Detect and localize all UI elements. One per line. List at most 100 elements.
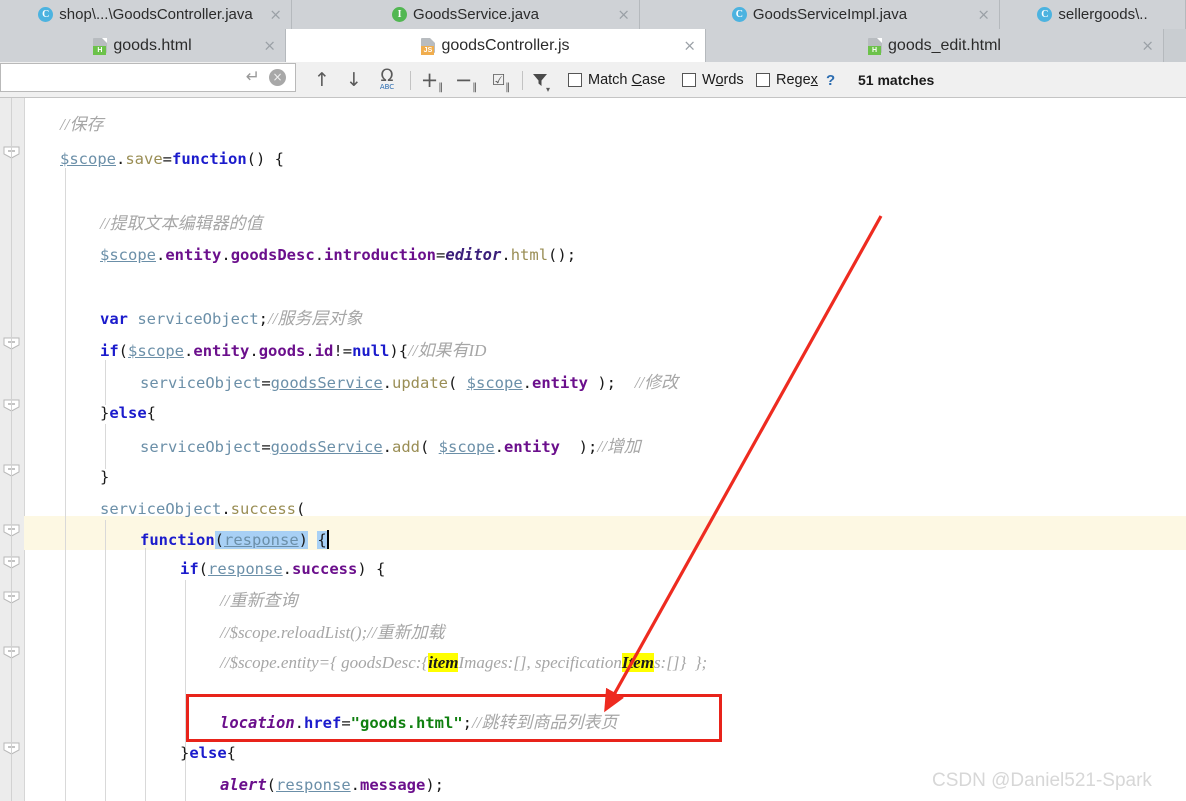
code-line[interactable]: serviceObject=goodsService.update( $scop… — [140, 374, 678, 392]
code-token: ( — [266, 776, 277, 794]
code-line[interactable]: function(response) { — [140, 530, 329, 549]
code-token: $scope — [100, 246, 156, 264]
regex-box[interactable] — [756, 73, 770, 87]
code-token: goodsDesc — [230, 246, 315, 264]
code-token: //修改 — [634, 373, 679, 392]
code-token: //保存 — [60, 115, 104, 134]
code-text-area[interactable]: //保存 $scope.save=function() { //提取文本编辑器的值 $… — [0, 98, 1186, 801]
code-token: serviceObject — [100, 500, 222, 518]
bars-glyph: ‖ — [472, 82, 478, 93]
editor-tab-label: GoodsServiceImpl.java — [752, 6, 908, 23]
editor-tab[interactable]: Cshop\...\GoodsController.java × — [0, 0, 292, 29]
close-tab-icon[interactable]: × — [263, 38, 276, 53]
match-case-box[interactable] — [568, 73, 582, 87]
editor-tab[interactable]: C GoodsServiceImpl.java × — [640, 0, 1000, 29]
code-token: $scope — [60, 150, 116, 168]
code-token: = — [162, 150, 173, 168]
code-token: } — [100, 468, 110, 486]
code-line[interactable]: if(response.success) { — [180, 560, 385, 578]
code-line[interactable]: serviceObject.success( — [100, 500, 306, 518]
regex-label: Regex — [776, 72, 818, 88]
find-toolbar: ↵ × ↑ ↓ Ω ABC + ‖ − ‖ ☑ ‖ ▾ Match Case W… — [0, 62, 1186, 98]
select-all-occurrences-icon[interactable]: Ω ABC — [372, 62, 402, 98]
code-token: } — [180, 744, 190, 762]
code-token: message — [360, 776, 426, 794]
clear-search-icon[interactable]: × — [269, 69, 286, 86]
remove-selection-icon[interactable]: − ‖ — [452, 62, 480, 98]
editor-tab[interactable]: I GoodsService.java × — [292, 0, 640, 29]
code-line[interactable]: //保存 — [60, 116, 103, 134]
close-tab-icon[interactable]: × — [617, 7, 630, 22]
close-tab-icon[interactable]: × — [977, 7, 990, 22]
code-token: ; — [258, 310, 269, 328]
find-previous-icon[interactable]: ↑ — [308, 62, 336, 98]
code-token: //重新查询 — [220, 591, 298, 610]
code-line[interactable]: alert(response.message); — [220, 776, 445, 794]
code-line[interactable]: //提取文本编辑器的值 — [100, 215, 262, 233]
code-token: success — [292, 560, 358, 578]
code-line[interactable]: } — [100, 468, 110, 486]
file-type-badge: H — [93, 46, 107, 55]
code-line[interactable]: //$scope.reloadList();//重新加载 — [220, 624, 445, 642]
help-link[interactable]: ? — [826, 62, 835, 98]
words-checkbox[interactable]: Words — [682, 62, 744, 98]
toggle-selection-icon[interactable]: ☑ ‖ — [486, 62, 516, 98]
code-token: . — [221, 246, 231, 264]
code-token: ); — [425, 776, 445, 794]
checkbox-glyph: ☑ — [491, 71, 506, 89]
editor-tab[interactable]: JS goodsController.js × — [286, 29, 706, 62]
close-tab-icon[interactable]: × — [269, 7, 282, 22]
editor-tab-label: shop\...\GoodsController.java — [59, 6, 253, 23]
code-token: . — [221, 500, 231, 518]
code-line[interactable]: }else{ — [100, 404, 156, 422]
code-line[interactable]: if($scope.entity.goods.id!=null){//如果有ID — [100, 342, 486, 360]
editor-tab-label: sellergoods\.. — [1058, 6, 1148, 23]
match-case-checkbox[interactable]: Match Case — [568, 62, 665, 98]
code-token: . — [314, 246, 325, 264]
match-case-label: Match Case — [588, 72, 666, 88]
find-next-icon[interactable]: ↓ — [340, 62, 368, 98]
enter-icon[interactable]: ↵ — [246, 69, 260, 86]
code-token: goodsService — [270, 374, 383, 392]
text-caret — [326, 530, 329, 549]
code-token: function — [172, 150, 247, 168]
add-selection-icon[interactable]: + ‖ — [418, 62, 446, 98]
code-line[interactable]: serviceObject=goodsService.add( $scope.e… — [140, 438, 641, 456]
code-editor[interactable]: //保存 $scope.save=function() { //提取文本编辑器的值 $… — [0, 98, 1186, 801]
code-token: ( — [118, 342, 129, 360]
editor-tab-row-lower: Hgoods.html × JS goodsController.js × Hgoods_… — [0, 29, 1186, 62]
editor-tab[interactable]: Hgoods.html × — [0, 29, 286, 62]
code-token: entity — [532, 374, 589, 392]
code-line[interactable]: $scope.entity.goodsDesc.introduction=edi… — [100, 246, 576, 264]
code-token: //$scope.entity={ goodsDesc:{ — [220, 653, 429, 672]
code-token: serviceObject — [137, 310, 259, 328]
code-token: = — [261, 438, 271, 456]
code-token: null — [352, 342, 390, 360]
ide-window: Cshop\...\GoodsController.java × I GoodsSer… — [0, 0, 1186, 801]
code-token: ( — [198, 560, 209, 578]
editor-tab[interactable]: Csellergoods\.. — [1000, 0, 1186, 29]
code-token: ( — [296, 500, 306, 518]
words-box[interactable] — [682, 73, 696, 87]
code-token: location — [220, 714, 295, 732]
code-token: . — [184, 342, 194, 360]
close-tab-icon[interactable]: × — [1141, 38, 1154, 53]
code-line[interactable]: $scope.save=function() { — [60, 150, 284, 168]
code-line[interactable]: //$scope.entity={ goodsDesc:{itemImages:… — [220, 653, 707, 672]
regex-checkbox[interactable]: Regex — [756, 62, 818, 98]
code-line[interactable]: var serviceObject;//服务层对象 — [100, 310, 362, 328]
code-line[interactable]: //重新查询 — [220, 592, 297, 610]
code-line[interactable]: }else{ — [180, 744, 236, 762]
code-token: update — [392, 374, 448, 392]
editor-tab[interactable]: Hgoods_edit.html × — [706, 29, 1164, 62]
search-input[interactable]: ↵ × — [0, 63, 296, 92]
close-tab-icon[interactable]: × — [683, 38, 696, 53]
code-token: else — [109, 404, 147, 422]
bars-glyph: ‖ — [438, 82, 444, 93]
code-token: = — [341, 714, 351, 732]
code-line[interactable]: location.href="goods.html";//跳转到商品列表页 — [220, 714, 617, 732]
filter-icon[interactable]: ▾ — [528, 62, 554, 98]
html-file-icon: H — [868, 38, 883, 55]
code-token: . — [382, 438, 392, 456]
